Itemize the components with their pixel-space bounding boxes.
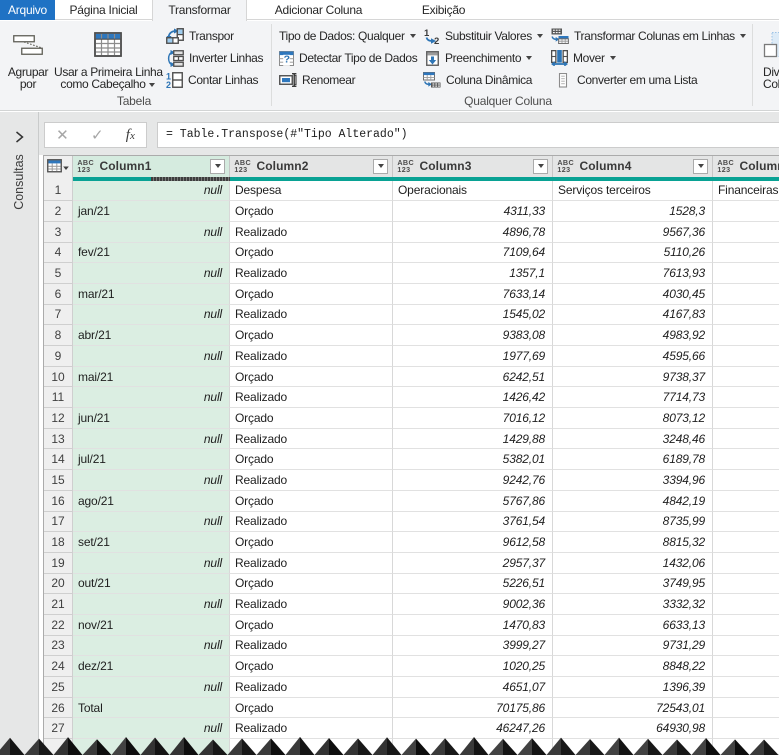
svg-text:2: 2 [434, 36, 439, 44]
svg-text:1: 1 [424, 28, 430, 39]
svg-text:2: 2 [166, 80, 171, 88]
svg-text:?: ? [284, 53, 290, 65]
